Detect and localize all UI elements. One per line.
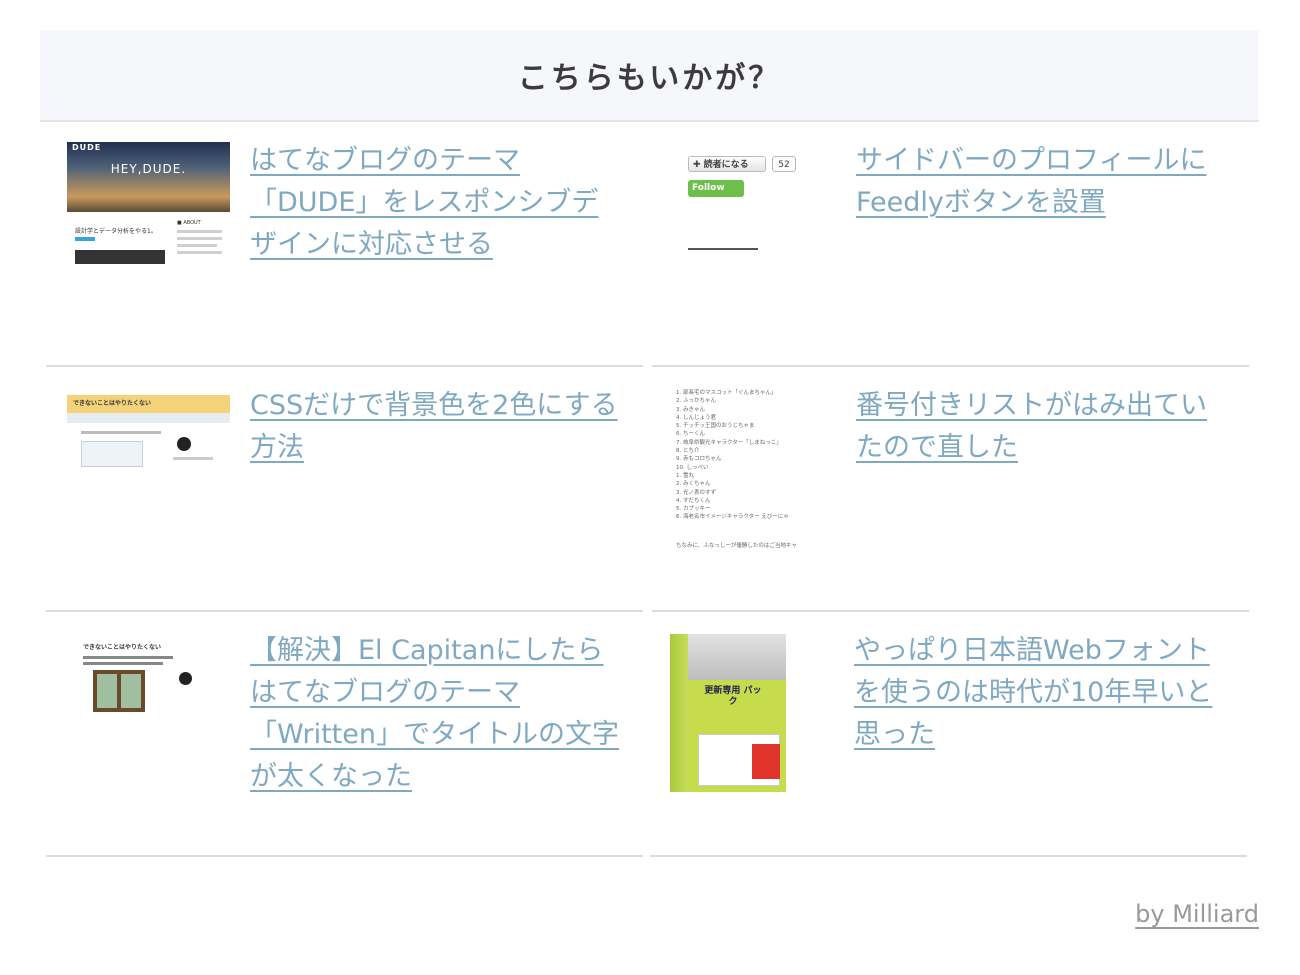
thumbnail-window-pane	[97, 674, 117, 708]
list-item: 2. ふっかちゃん	[676, 398, 716, 405]
list-item: 4. すだちくん	[676, 497, 711, 504]
thumbnail-hero-image: DUDE HEY,DUDE.	[67, 142, 230, 212]
thumbnail-blog-title: できないことはやりたくない	[83, 644, 162, 651]
thumbnail-text-line	[177, 237, 222, 240]
thumbnail-window-pane	[121, 674, 141, 708]
list-item: 1. 部長宅のマスコット「ぐんまちゃん」	[676, 390, 777, 396]
related-post-card: 更新専用 パック やっぱり日本語Webフォントを使うのは時代が10年早いと思った	[650, 612, 1247, 857]
reader-count: 52	[772, 156, 796, 172]
post-title-link[interactable]: CSSだけで背景色を2色にする方法	[250, 385, 620, 469]
thumbnail-sidebar-heading: ■ ABOUT	[177, 220, 201, 226]
related-post-card: できないことはやりたくない CSSだけで背景色を2色にする方法	[46, 367, 643, 612]
thumbnail-footer-text: ちなみに、ふなっしーが優勝したのはご当地キャ	[676, 543, 797, 549]
thumbnail-logo: DUDE	[72, 143, 102, 152]
related-post-card: DUDE HEY,DUDE. 設計学とデータ分析をやる1。 ■ ABOUT はて…	[46, 122, 643, 367]
thumbnail-content	[81, 441, 143, 467]
list-item: 3. 光ノ表のすず	[676, 489, 716, 496]
thumbnail-divider	[688, 248, 758, 250]
related-post-card: ✚ 読者になる 52 Follow サイドバーのプロフィールにFeedlyボタン…	[652, 122, 1249, 367]
product-box-label: 更新専用 パック	[704, 686, 762, 707]
related-posts-header: こちらもいかが？	[40, 30, 1259, 122]
thumbnail-text-line	[83, 656, 173, 659]
thumbnail-blog-title: できないことはやりたくない	[73, 400, 152, 407]
post-thumbnail[interactable]: 1. 部長宅のマスコット「ぐんまちゃん」 2. ふっかちゃん 3. みきゃん 4…	[672, 385, 835, 555]
thumbnail-post-heading: 設計学とデータ分析をやる1。	[75, 228, 157, 235]
list-item: 6. 海老名市イメージキャラクター えびーにゃ	[676, 514, 789, 521]
thumbnail-avatar	[177, 437, 191, 451]
thumbnail-text-line	[81, 431, 161, 434]
post-title-link[interactable]: サイドバーのプロフィールにFeedlyボタンを設置	[856, 140, 1226, 224]
list-item: 5. カブッキー	[676, 506, 711, 513]
list-item: 9. 赤もコロちゃん	[676, 456, 722, 463]
post-thumbnail[interactable]: できないことはやりたくない	[67, 389, 230, 511]
thumbnail-post-image	[93, 670, 145, 712]
list-item: 2. みくちゃん	[676, 481, 711, 488]
thumbnail-text-line	[177, 244, 217, 247]
list-item: 4. しんじょう君	[676, 414, 716, 421]
post-thumbnail[interactable]: できないことはやりたくない	[67, 632, 230, 712]
post-title-link[interactable]: やっぱり日本語Webフォントを使うのは時代が10年早いと思った	[854, 630, 1224, 756]
list-item: 6. ちーくん	[676, 431, 705, 438]
post-thumbnail[interactable]: DUDE HEY,DUDE. 設計学とデータ分析をやる1。 ■ ABOUT	[67, 142, 230, 264]
thumbnail-hero-text: HEY,DUDE.	[110, 162, 187, 176]
related-post-card: 1. 部長宅のマスコット「ぐんまちゃん」 2. ふっかちゃん 3. みきゃん 4…	[652, 367, 1249, 612]
product-box-side	[670, 634, 688, 792]
thumbnail-bar	[67, 413, 230, 423]
post-thumbnail[interactable]: ✚ 読者になる 52 Follow	[672, 142, 835, 264]
reader-button: ✚ 読者になる	[688, 156, 766, 172]
related-post-card: できないことはやりたくない 【解決】El Capitanにしたらはてなブログのテ…	[46, 612, 643, 857]
post-title-link[interactable]: 【解決】El Capitanにしたらはてなブログのテーマ「Written」でタイ…	[250, 630, 620, 798]
thumbnail-avatar	[179, 672, 192, 685]
credit-link[interactable]: by Milliard	[1135, 900, 1259, 928]
list-item: 3. みきゃん	[676, 406, 705, 413]
feedly-follow-button: Follow	[688, 180, 744, 197]
thumbnail-text-line	[177, 251, 222, 254]
list-item: 8. とち介	[676, 448, 700, 455]
product-box-badge	[752, 744, 780, 779]
thumbnail-numbered-list: 1. 部長宅のマスコット「ぐんまちゃん」 2. ふっかちゃん 3. みきゃん 4…	[676, 389, 789, 522]
list-item: 10. しっぺい	[676, 464, 709, 471]
thumbnail-blog-header: できないことはやりたくない	[67, 395, 230, 413]
section-heading: こちらもいかが？	[517, 61, 782, 96]
list-item: 5. チッチッ王国のおうじちゃま	[676, 423, 755, 430]
product-box-top	[688, 634, 786, 680]
post-thumbnail[interactable]: 更新専用 パック	[670, 634, 788, 794]
thumbnail-text-line	[177, 230, 222, 233]
thumbnail-tag	[75, 237, 95, 241]
thumbnail-text-line	[83, 662, 163, 665]
thumbnail-post-image	[75, 250, 165, 264]
post-title-link[interactable]: 番号付きリストがはみ出ていたので直した	[856, 385, 1226, 469]
list-item: 1. 雪丸	[676, 472, 694, 479]
post-title-link[interactable]: はてなブログのテーマ「DUDE」をレスポンシブデザインに対応させる	[250, 140, 620, 266]
thumbnail-text-line	[173, 457, 213, 460]
list-item: 7. 岐阜県観光キャラクター「しまねっこ」	[676, 439, 782, 446]
